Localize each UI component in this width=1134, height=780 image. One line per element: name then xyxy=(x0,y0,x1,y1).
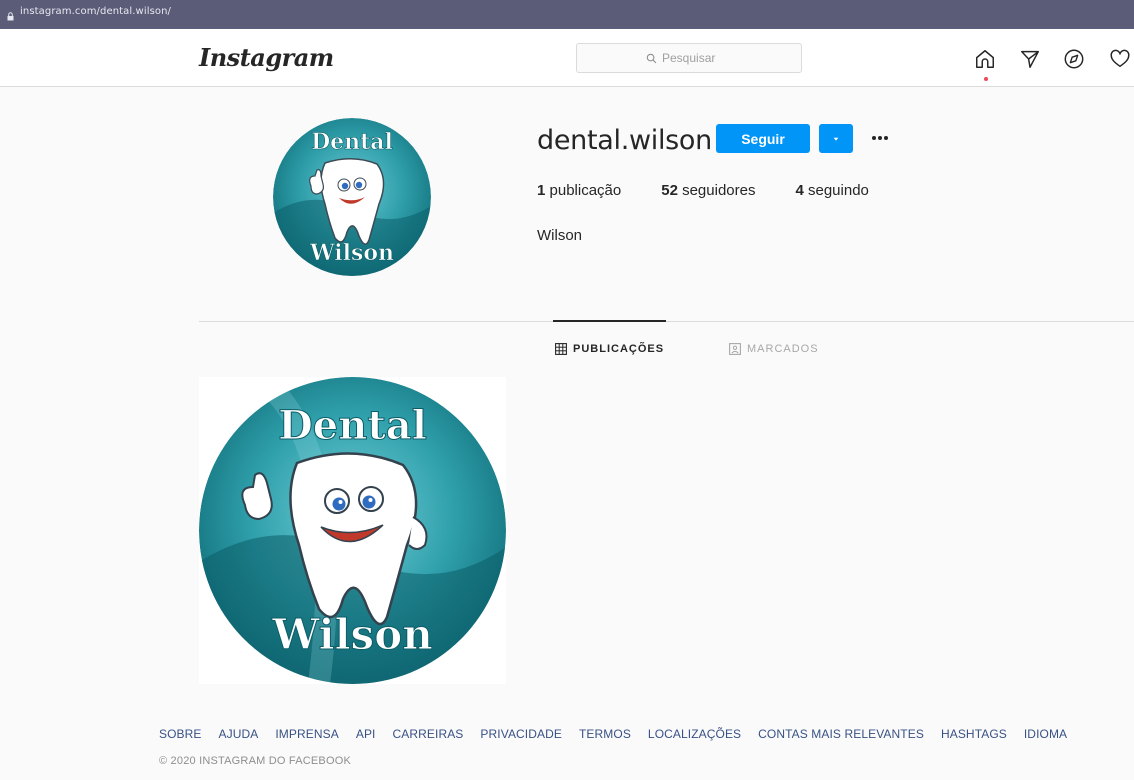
post-thumbnail[interactable]: Dental Wilson xyxy=(199,377,506,684)
browser-address-bar[interactable]: instagram.com/dental.wilson/ xyxy=(0,0,1134,29)
footer-link-privacidade[interactable]: PRIVACIDADE xyxy=(480,727,562,741)
explore-icon[interactable] xyxy=(1063,48,1085,70)
avatar-text-bottom: Wilson xyxy=(309,240,394,266)
instagram-logo[interactable]: Instagram xyxy=(199,43,334,72)
search-box[interactable] xyxy=(576,43,802,73)
profile-avatar[interactable]: Dental Wilson xyxy=(273,118,431,276)
home-icon[interactable] xyxy=(974,48,996,70)
lock-icon xyxy=(7,8,14,21)
grid-icon xyxy=(555,343,567,355)
more-options-button[interactable] xyxy=(866,130,894,146)
footer-link-hashtags[interactable]: HASHTAGS xyxy=(941,727,1007,741)
browser-url[interactable]: instagram.com/dental.wilson/ xyxy=(20,6,171,17)
footer-links: SOBRE AJUDA IMPRENSA API CARREIRAS PRIVA… xyxy=(159,727,1084,741)
tabs-divider xyxy=(199,321,1134,322)
footer-link-localizacoes[interactable]: LOCALIZAÇÕES xyxy=(648,727,741,741)
active-tab-indicator xyxy=(553,320,666,322)
footer-link-imprensa[interactable]: IMPRENSA xyxy=(275,727,338,741)
tab-tagged-label: MARCADOS xyxy=(747,343,819,355)
direct-icon[interactable] xyxy=(1019,48,1041,70)
tab-posts-label: PUBLICAÇÕES xyxy=(573,343,665,355)
notification-dot xyxy=(984,77,988,81)
top-navigation-bar: Instagram xyxy=(0,29,1134,87)
footer-link-carreiras[interactable]: CARREIRAS xyxy=(393,727,464,741)
post-text-bottom: Wilson xyxy=(271,610,433,659)
footer-link-api[interactable]: API xyxy=(356,727,376,741)
search-icon xyxy=(646,53,657,63)
footer-link-idioma[interactable]: IDIOMA xyxy=(1024,727,1067,741)
tab-posts[interactable]: PUBLICAÇÕES xyxy=(555,343,664,355)
profile-full-name: Wilson xyxy=(537,227,583,244)
avatar-text-top: Dental xyxy=(311,129,393,155)
stat-followers[interactable]: 52 seguidores xyxy=(661,182,755,199)
stat-posts: 1 publicação xyxy=(537,182,622,199)
ellipsis-icon xyxy=(872,136,888,140)
caret-down-icon xyxy=(833,137,839,141)
suggestions-dropdown-button[interactable] xyxy=(819,124,853,153)
tagged-icon xyxy=(729,343,741,355)
post-text-top: Dental xyxy=(278,402,427,449)
footer-link-ajuda[interactable]: AJUDA xyxy=(219,727,259,741)
stat-following[interactable]: 4 seguindo xyxy=(795,182,868,199)
profile-username: dental.wilson xyxy=(537,125,712,156)
footer-copyright: © 2020 INSTAGRAM DO FACEBOOK xyxy=(159,755,351,767)
follow-button[interactable]: Seguir xyxy=(716,124,810,153)
tab-tagged[interactable]: MARCADOS xyxy=(729,343,819,355)
profile-stats: 1 publicação 52 seguidores 4 seguindo xyxy=(537,182,909,199)
heart-icon[interactable] xyxy=(1109,48,1131,70)
footer-link-sobre[interactable]: SOBRE xyxy=(159,727,202,741)
footer-link-contas-relevantes[interactable]: CONTAS MAIS RELEVANTES xyxy=(758,727,924,741)
search-input[interactable] xyxy=(662,51,732,65)
footer-link-termos[interactable]: TERMOS xyxy=(579,727,631,741)
